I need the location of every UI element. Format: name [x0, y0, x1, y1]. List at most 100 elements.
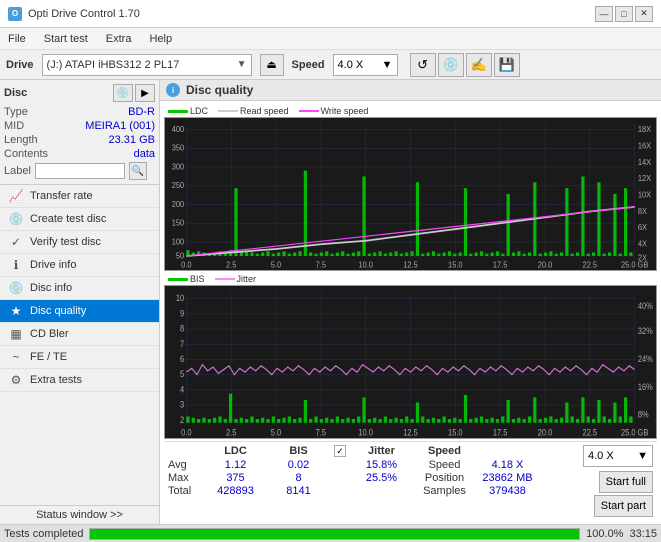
transfer-rate-icon: 📈 [8, 189, 24, 203]
toolbar-icons: ↺ 💿 ✍ 💾 [410, 53, 520, 77]
speed-value: 4.0 X [338, 59, 364, 71]
jitter-checkbox[interactable]: ✓ [334, 445, 346, 457]
drive-dropdown-arrow: ▼ [237, 59, 247, 70]
svg-text:7: 7 [180, 339, 185, 349]
svg-text:8%: 8% [638, 410, 649, 420]
legend-jitter: Jitter [215, 274, 257, 284]
max-ldc: 375 [204, 472, 267, 484]
svg-text:16X: 16X [638, 141, 652, 150]
svg-text:2.5: 2.5 [226, 428, 237, 438]
stats-avg-row: Avg 1.12 0.02 15.8% Speed 4.18 X [168, 459, 539, 471]
minimize-button[interactable]: — [595, 6, 613, 22]
close-button[interactable]: ✕ [635, 6, 653, 22]
status-text: Tests completed [4, 528, 83, 540]
menu-start-test[interactable]: Start test [40, 32, 92, 46]
sidebar-item-verify-test-disc[interactable]: ✓ Verify test disc [0, 231, 159, 254]
sidebar-item-cd-bler[interactable]: ▦ CD Bler [0, 323, 159, 346]
save-button[interactable]: 💾 [494, 53, 520, 77]
chart2-legend: BIS Jitter [164, 273, 657, 285]
disc-length-row: Length 23.31 GB [4, 134, 155, 146]
sidebar-item-transfer-rate[interactable]: 📈 Transfer rate [0, 185, 159, 208]
svg-text:9: 9 [180, 309, 185, 319]
svg-text:5.0: 5.0 [271, 260, 282, 269]
svg-text:10.0: 10.0 [358, 428, 373, 438]
label-input[interactable] [35, 163, 125, 179]
progress-fill [90, 529, 579, 539]
speed-value: 4.18 X [476, 459, 539, 471]
svg-text:18X: 18X [638, 125, 652, 134]
disc-button[interactable]: 💿 [438, 53, 464, 77]
svg-text:100: 100 [172, 237, 185, 246]
sidebar-item-disc-info-label: Disc info [30, 282, 72, 294]
fe-te-icon: ~ [8, 350, 24, 364]
disc-contents-row: Contents data [4, 148, 155, 160]
chart1-container: 400 350 300 250 200 150 100 50 18X 16X 1… [164, 117, 657, 271]
sidebar: Disc 💿 ▶ Type BD-R MID MEIRA1 (001) Leng… [0, 80, 160, 524]
svg-text:8X: 8X [638, 207, 648, 216]
legend-bis: BIS [168, 274, 205, 284]
status-bar: Tests completed 100.0% 33:15 [0, 524, 661, 542]
sidebar-item-disc-quality-label: Disc quality [30, 305, 86, 317]
svg-text:250: 250 [172, 181, 185, 190]
action-area: 4.0 X ▼ Start full Start part [543, 445, 653, 517]
progress-time: 33:15 [629, 528, 657, 540]
menu-help[interactable]: Help [145, 32, 176, 46]
chart1-legend: LDC Read speed Write speed [164, 105, 657, 117]
sidebar-item-fe-te[interactable]: ~ FE / TE [0, 346, 159, 369]
sidebar-item-disc-quality[interactable]: ★ Disc quality [0, 300, 159, 323]
svg-text:300: 300 [172, 162, 185, 171]
maximize-button[interactable]: □ [615, 6, 633, 22]
position-label: Position [413, 472, 476, 484]
label-search-button[interactable]: 🔍 [129, 162, 147, 180]
svg-text:350: 350 [172, 143, 185, 152]
charts-area: LDC Read speed Write speed [160, 101, 661, 524]
jitter-color [215, 278, 235, 280]
drive-label: Drive [6, 59, 34, 71]
eject-button[interactable]: ⏏ [260, 54, 284, 76]
disc-length-value: 23.31 GB [109, 134, 155, 146]
write-button[interactable]: ✍ [466, 53, 492, 77]
total-ldc: 428893 [204, 485, 267, 497]
header-ldc: LDC [204, 445, 267, 457]
start-full-button[interactable]: Start full [599, 471, 653, 493]
bis-label: BIS [190, 274, 205, 284]
drive-info-icon: ℹ [8, 258, 24, 272]
refresh-button[interactable]: ↺ [410, 53, 436, 77]
speed-dropdown-arrow: ▼ [382, 59, 393, 71]
start-part-button[interactable]: Start part [594, 495, 653, 517]
total-bis: 8141 [267, 485, 330, 497]
status-window-button[interactable]: Status window >> [0, 505, 159, 524]
main-layout: Disc 💿 ▶ Type BD-R MID MEIRA1 (001) Leng… [0, 80, 661, 524]
max-jitter: 25.5% [350, 472, 413, 484]
disc-icon-btn-1[interactable]: 💿 [113, 84, 133, 102]
disc-panel: Disc 💿 ▶ Type BD-R MID MEIRA1 (001) Leng… [0, 80, 159, 185]
svg-text:150: 150 [172, 218, 185, 227]
jitter-label-legend: Jitter [237, 274, 257, 284]
sidebar-item-drive-info[interactable]: ℹ Drive info [0, 254, 159, 277]
sidebar-item-disc-info[interactable]: 💿 Disc info [0, 277, 159, 300]
disc-title: Disc [4, 87, 27, 99]
disc-quality-icon: ★ [8, 304, 24, 318]
cd-bler-icon: ▦ [8, 327, 24, 341]
titlebar: O Opti Drive Control 1.70 — □ ✕ [0, 0, 661, 28]
menu-file[interactable]: File [4, 32, 30, 46]
disc-icon-btn-2[interactable]: ▶ [135, 84, 155, 102]
sidebar-item-create-test-disc[interactable]: 💿 Create test disc [0, 208, 159, 231]
avg-label: Avg [168, 459, 204, 471]
content-area: i Disc quality LDC Read speed [160, 80, 661, 524]
drive-selector[interactable]: (J:) ATAPI iHBS312 2 PL17 ▼ [42, 54, 252, 76]
max-bis: 8 [267, 472, 330, 484]
chart-speed-selector[interactable]: 4.0 X ▼ [583, 445, 653, 467]
max-label: Max [168, 472, 204, 484]
menubar: File Start test Extra Help [0, 28, 661, 50]
svg-text:40%: 40% [638, 301, 653, 311]
chart2-container: 10 9 8 7 6 5 4 3 2 40% 32% 24% 16% [164, 285, 657, 439]
write-speed-label: Write speed [321, 106, 369, 116]
menu-extra[interactable]: Extra [102, 32, 136, 46]
ldc-color [168, 110, 188, 113]
speed-selector[interactable]: 4.0 X ▼ [333, 54, 398, 76]
chart-speed-arrow: ▼ [637, 450, 648, 462]
write-speed-color [299, 110, 319, 112]
disc-type-value: BD-R [128, 106, 155, 118]
sidebar-item-extra-tests[interactable]: ⚙ Extra tests [0, 369, 159, 392]
